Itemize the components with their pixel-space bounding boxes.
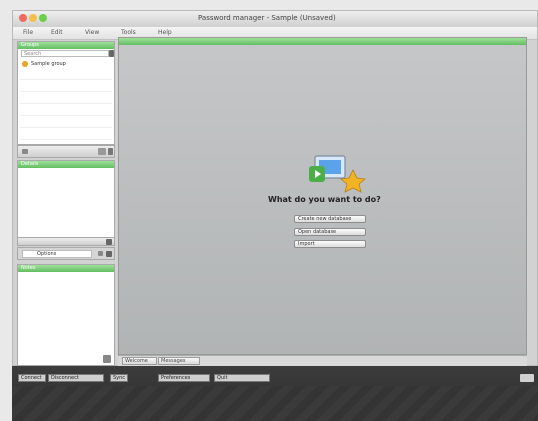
gear-icon[interactable] [106, 251, 112, 257]
details-panel: Details [17, 160, 115, 238]
groups-panel-title: Groups [21, 42, 39, 48]
groups-search-input[interactable]: Search [21, 50, 109, 57]
menu-tools[interactable]: Tools [121, 29, 136, 36]
options-strip: Options [17, 247, 115, 260]
details-toolbar [17, 237, 115, 246]
main-header [119, 38, 526, 45]
chevron-down-icon[interactable] [108, 148, 113, 155]
bottom-stripe [12, 386, 538, 421]
minimize-window-button[interactable] [29, 14, 37, 22]
welcome-icon [309, 155, 366, 193]
settings-icon[interactable] [98, 148, 106, 155]
notes-panel: Notes [17, 264, 115, 366]
tab-welcome[interactable]: Welcome [122, 357, 157, 365]
group-list-item[interactable]: Sample group [20, 60, 112, 69]
list-item [20, 106, 112, 116]
options-select[interactable]: Options [22, 250, 92, 258]
disconnect-button[interactable]: Disconnect [48, 374, 104, 382]
groups-panel: Groups Search Sample group [17, 41, 115, 145]
zoom-window-button[interactable] [39, 14, 47, 22]
create-database-button[interactable]: Create new database [294, 215, 366, 223]
list-item [20, 70, 112, 80]
tab-bar: Welcome Messages [118, 355, 527, 366]
menu-help[interactable]: Help [158, 29, 172, 36]
connect-button[interactable]: Connect [18, 374, 46, 382]
open-database-button[interactable]: Open database [294, 228, 366, 236]
list-item [20, 82, 112, 92]
title-bar: Password manager - Sample (Unsaved) [13, 11, 537, 28]
edit-icon[interactable] [106, 239, 112, 245]
groups-toolbar [17, 145, 115, 158]
window-title: Password manager - Sample (Unsaved) [198, 14, 336, 22]
list-item [20, 130, 112, 140]
preferences-button[interactable]: Preferences [158, 374, 210, 382]
close-window-button[interactable] [19, 14, 27, 22]
menu-file[interactable]: File [23, 29, 33, 36]
bottom-bar: Connect Disconnect Sync Preferences Quit [12, 366, 538, 421]
resize-icon[interactable] [103, 355, 111, 363]
menu-view[interactable]: View [85, 29, 99, 36]
list-item [20, 118, 112, 128]
welcome-question: What do you want to do? [268, 195, 381, 204]
search-icon[interactable] [109, 50, 114, 57]
notes-panel-title: Notes [21, 265, 36, 271]
group-icon [22, 61, 28, 67]
status-icon[interactable] [520, 374, 534, 382]
add-icon[interactable] [22, 149, 28, 154]
import-button[interactable]: Import [294, 240, 366, 248]
list-item [20, 94, 112, 104]
tab-messages[interactable]: Messages [158, 357, 200, 365]
sync-button[interactable]: Sync [110, 374, 128, 382]
chevron-down-icon[interactable] [98, 251, 103, 256]
menu-edit[interactable]: Edit [51, 29, 63, 36]
details-panel-title: Details [21, 161, 39, 167]
quit-button[interactable]: Quit [214, 374, 270, 382]
